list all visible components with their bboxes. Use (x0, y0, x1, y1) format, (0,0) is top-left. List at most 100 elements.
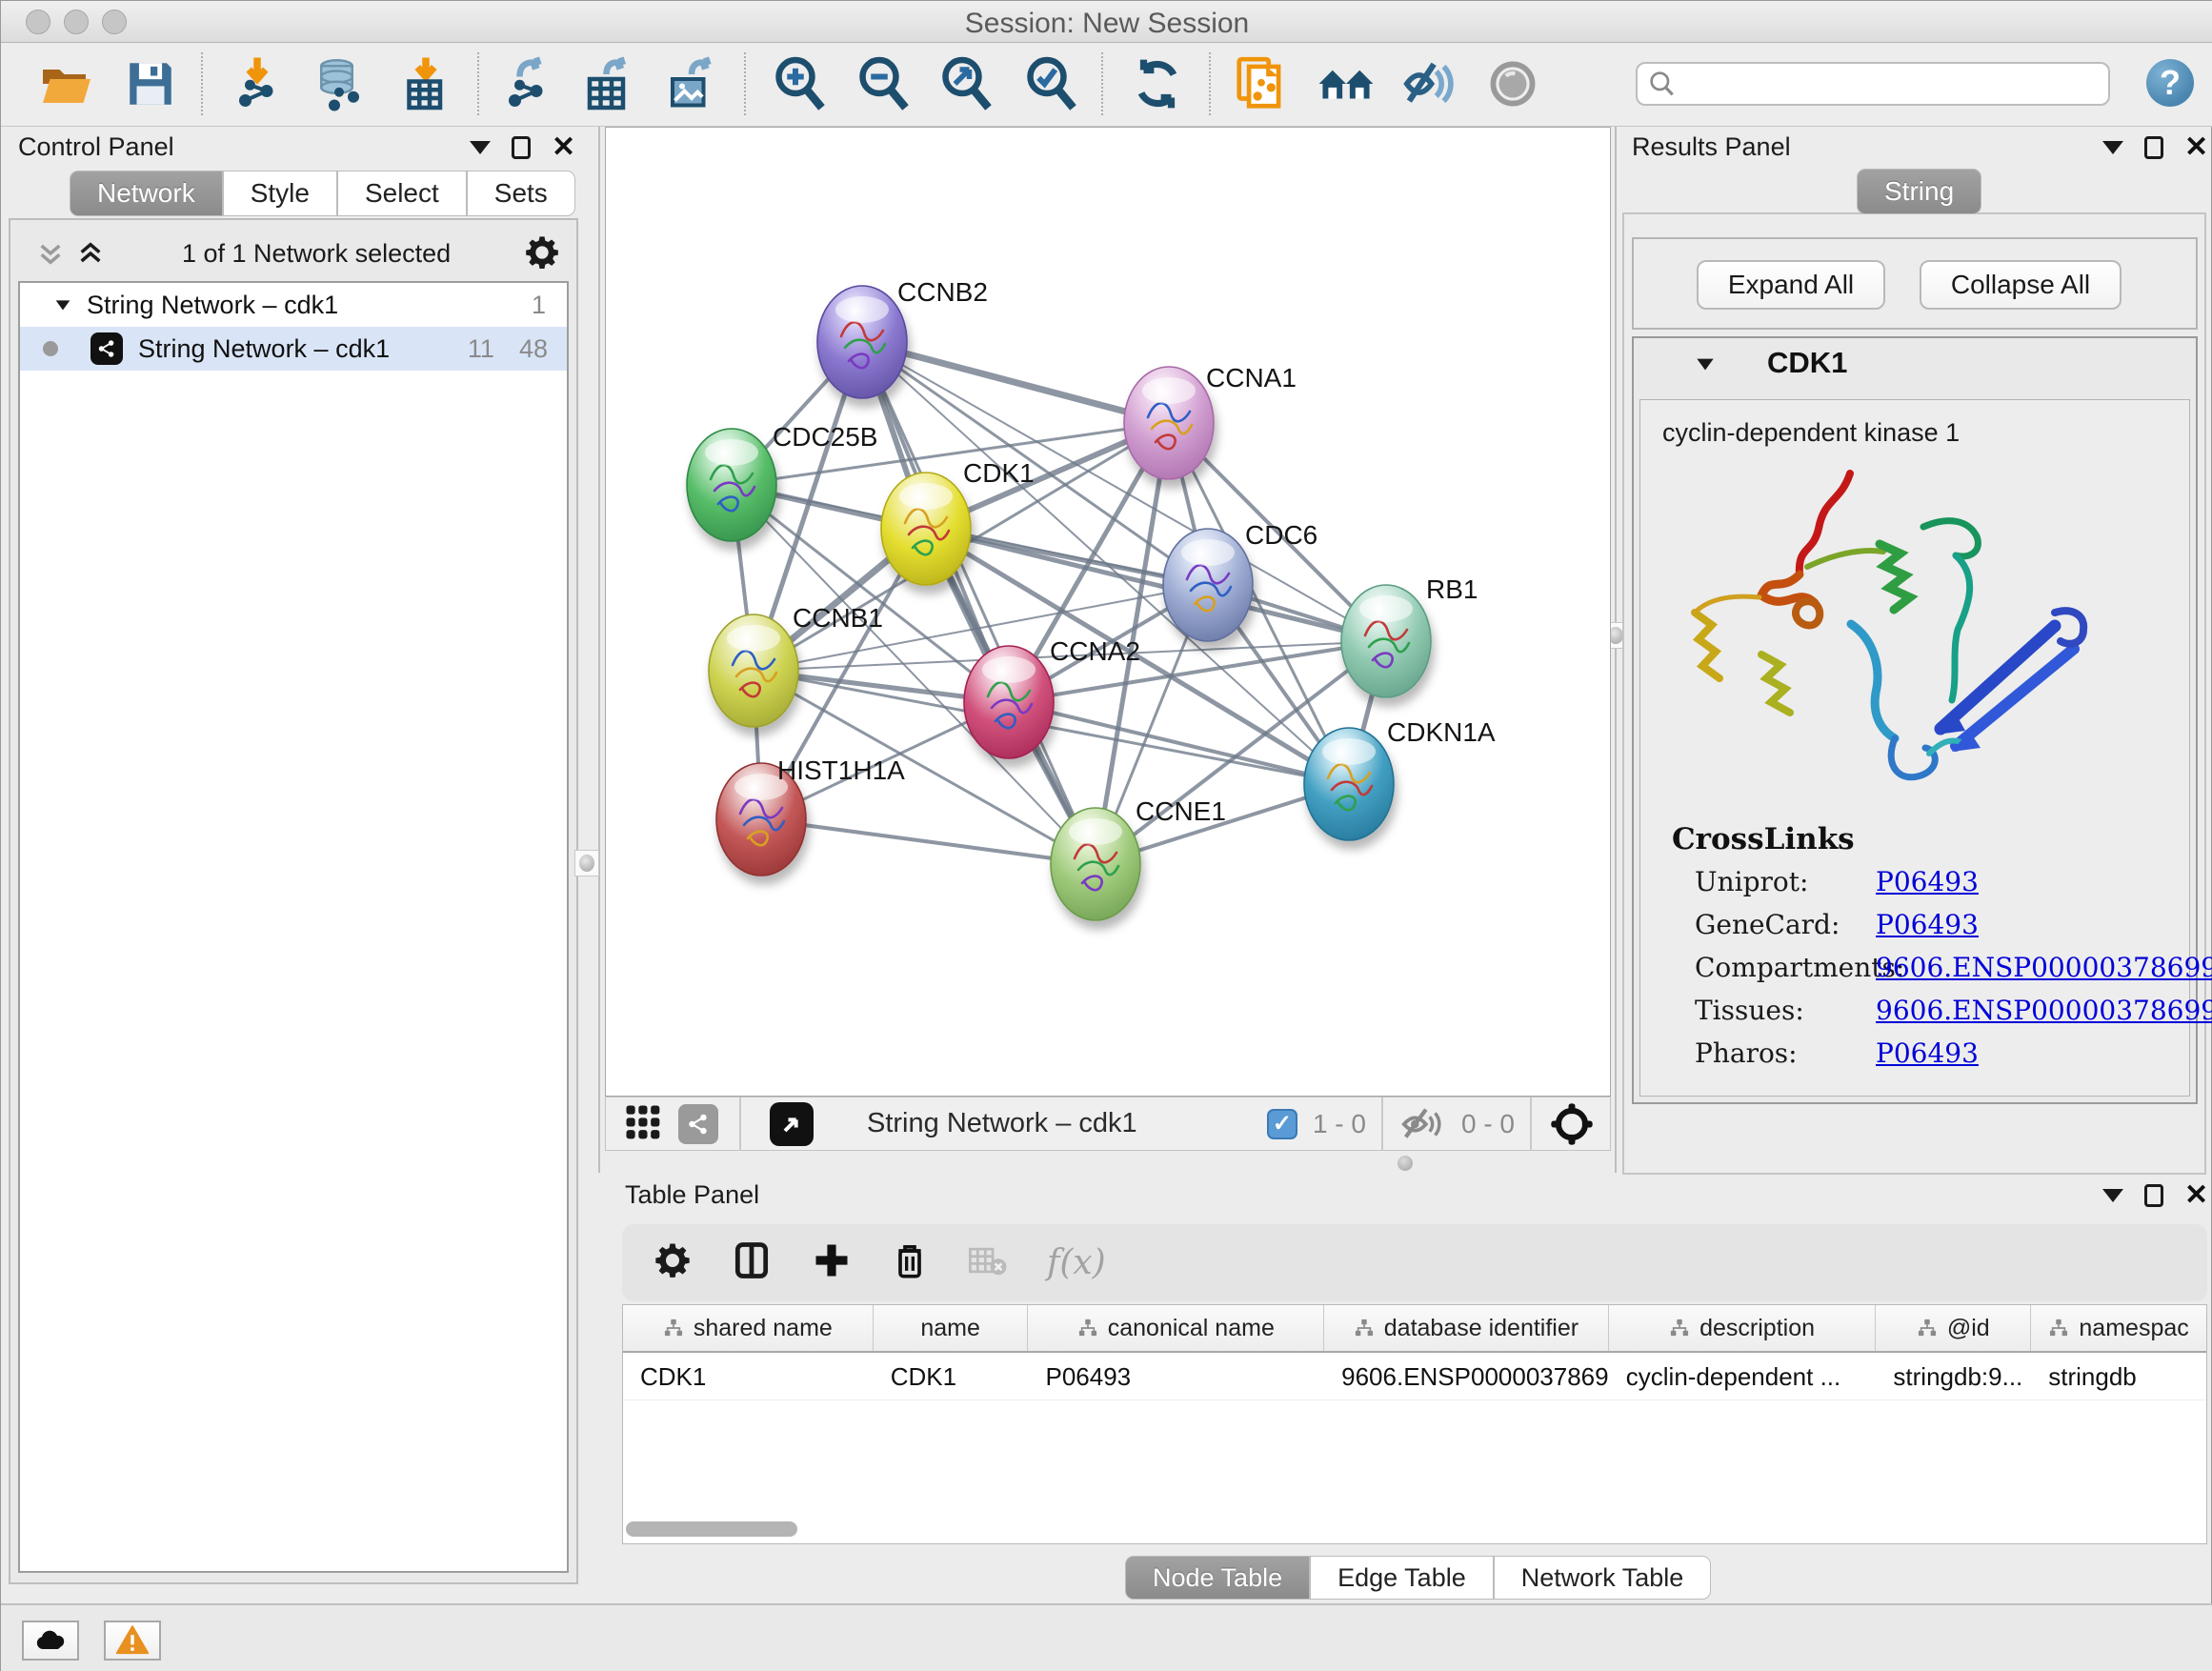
tab-sets[interactable]: Sets (467, 171, 575, 216)
save-session-icon[interactable] (121, 54, 180, 113)
right-splitter[interactable] (1615, 127, 1617, 1173)
maximize-panel-icon[interactable] (512, 136, 531, 159)
network-node[interactable]: CDK1 (881, 458, 1035, 585)
table-row[interactable]: CDK1 CDK1 P06493 9606.ENSP00000378699 cy… (623, 1353, 2206, 1400)
node-label: CDC6 (1245, 520, 1317, 550)
maximize-panel-icon[interactable] (2144, 136, 2163, 159)
close-panel-icon[interactable]: ✕ (2184, 1184, 2208, 1207)
column-header-name[interactable]: name (874, 1305, 1029, 1351)
delete-column-icon[interactable] (891, 1239, 929, 1286)
tab-string[interactable]: String (1857, 169, 1981, 214)
entry-collapse-icon[interactable] (1693, 352, 1718, 381)
crosslink-genecard[interactable]: P06493 (1876, 909, 1979, 940)
expand-all-button[interactable]: Expand All (1697, 260, 1885, 310)
search-field[interactable] (1678, 70, 2087, 99)
grid-icon[interactable] (621, 1100, 663, 1147)
column-header-canonical-name[interactable]: canonical name (1028, 1305, 1324, 1351)
column-header-description[interactable]: description (1609, 1305, 1877, 1351)
tab-network-table[interactable]: Network Table (1494, 1556, 1712, 1600)
import-network-icon[interactable] (228, 54, 287, 113)
gear-icon[interactable] (523, 233, 561, 276)
network-row[interactable]: String Network – cdk1 11 48 (20, 327, 567, 371)
zoom-selected-icon[interactable] (1022, 54, 1081, 113)
search-input[interactable] (1636, 62, 2110, 106)
toolbar-separator (477, 52, 479, 115)
cloud-button[interactable] (22, 1621, 79, 1661)
network-node[interactable]: HIST1H1A (716, 755, 905, 876)
network-collection-row[interactable]: String Network – cdk1 1 (20, 283, 567, 327)
crosslink-compartments[interactable]: 9606.ENSP00000378699 (1876, 952, 2212, 983)
tab-select[interactable]: Select (337, 171, 467, 216)
collapse-all-networks-icon[interactable] (35, 237, 66, 274)
gear-icon[interactable] (653, 1240, 693, 1285)
network-label: String Network – cdk1 (138, 334, 390, 364)
table-header-row: shared name name canonical name database… (623, 1305, 2206, 1353)
column-header-database-identifier[interactable]: database identifier (1324, 1305, 1609, 1351)
close-panel-icon[interactable]: ✕ (2184, 136, 2208, 159)
left-splitter-handle[interactable] (574, 850, 599, 876)
toolbar-separator (1530, 1097, 1532, 1151)
help-icon[interactable]: ? (2146, 59, 2194, 107)
selected-checkbox-icon[interactable]: ✓ (1267, 1109, 1297, 1139)
warning-button[interactable] (104, 1621, 161, 1661)
zoom-out-icon[interactable] (855, 54, 914, 113)
column-header-namespace[interactable]: namespac (2031, 1305, 2206, 1351)
open-session-icon[interactable] (37, 54, 96, 113)
network-edge[interactable] (862, 342, 1096, 864)
table-horizontal-scrollbar[interactable] (626, 1521, 2203, 1540)
toolbar-separator (739, 1097, 741, 1151)
zoom-in-icon[interactable] (771, 54, 830, 113)
network-node[interactable]: RB1 (1341, 574, 1478, 697)
network-node[interactable]: CDC6 (1163, 520, 1317, 641)
export-network-icon[interactable] (497, 54, 556, 113)
detach-view-icon[interactable] (770, 1102, 814, 1146)
crosslink-tissues[interactable]: 9606.ENSP00000378699 (1876, 995, 2212, 1026)
network-graph[interactable]: CCNB2CCNA1CDC25BCDK1CDC6RB1CCNB1CCNA2CDK… (606, 128, 1610, 1096)
crosslink-uniprot[interactable]: P06493 (1876, 866, 1979, 897)
node-table[interactable]: shared name name canonical name database… (622, 1304, 2207, 1544)
scrollbar-thumb[interactable] (626, 1521, 797, 1537)
float-panel-icon[interactable] (2102, 1189, 2123, 1202)
zoom-fit-icon[interactable] (937, 54, 996, 113)
crosslinks-title: CrossLinks (1672, 822, 1855, 856)
network-selection-status: 1 of 1 Network selected (182, 239, 451, 269)
import-database-icon[interactable] (310, 54, 369, 113)
float-panel-icon[interactable] (2102, 141, 2123, 154)
import-table-icon[interactable] (396, 54, 455, 113)
bottom-splitter-handle[interactable] (1398, 1156, 1413, 1171)
birdseye-toggle-icon[interactable] (1547, 1099, 1597, 1149)
network-node[interactable]: CCNA1 (1124, 363, 1297, 479)
graphics-details-icon[interactable] (1483, 54, 1542, 113)
left-splitter[interactable] (598, 127, 600, 1173)
network-node[interactable]: CCNE1 (1051, 796, 1226, 920)
network-edge[interactable] (761, 819, 1096, 864)
hide-details-icon[interactable] (1399, 54, 1458, 113)
collapse-all-button[interactable]: Collapse All (1920, 260, 2122, 310)
homes-icon[interactable] (1317, 54, 1376, 113)
first-neighbors-icon[interactable] (1232, 54, 1291, 113)
network-edge[interactable] (862, 342, 1169, 423)
selected-count: 1 - 0 (1313, 1109, 1366, 1139)
columns-icon[interactable] (731, 1239, 773, 1286)
export-image-icon[interactable] (662, 54, 721, 113)
add-column-icon[interactable] (811, 1239, 853, 1286)
column-header-shared-name[interactable]: shared name (623, 1305, 874, 1351)
refresh-icon[interactable] (1128, 54, 1187, 113)
maximize-panel-icon[interactable] (2144, 1184, 2163, 1207)
tab-edge-table[interactable]: Edge Table (1310, 1556, 1494, 1600)
export-table-icon[interactable] (579, 54, 638, 113)
expand-all-networks-icon[interactable] (75, 237, 106, 274)
tab-network[interactable]: Network (70, 171, 223, 216)
column-header-id[interactable]: @id (1876, 1305, 2031, 1351)
crosslink-pharos[interactable]: P06493 (1876, 1037, 1979, 1069)
network-canvas[interactable]: CCNB2CCNA1CDC25BCDK1CDC6RB1CCNB1CCNA2CDK… (605, 127, 1611, 1097)
share-badge-icon[interactable] (678, 1104, 718, 1144)
tab-style[interactable]: Style (223, 171, 337, 216)
network-node[interactable]: CCNB2 (817, 277, 988, 398)
tab-node-table[interactable]: Node Table (1125, 1556, 1310, 1600)
tree-expander-icon[interactable] (52, 294, 73, 315)
float-panel-icon[interactable] (470, 141, 491, 154)
entry-gene-name[interactable]: CDK1 (1767, 346, 1847, 380)
close-panel-icon[interactable]: ✕ (552, 136, 575, 159)
network-node[interactable]: CDKN1A (1304, 717, 1496, 840)
